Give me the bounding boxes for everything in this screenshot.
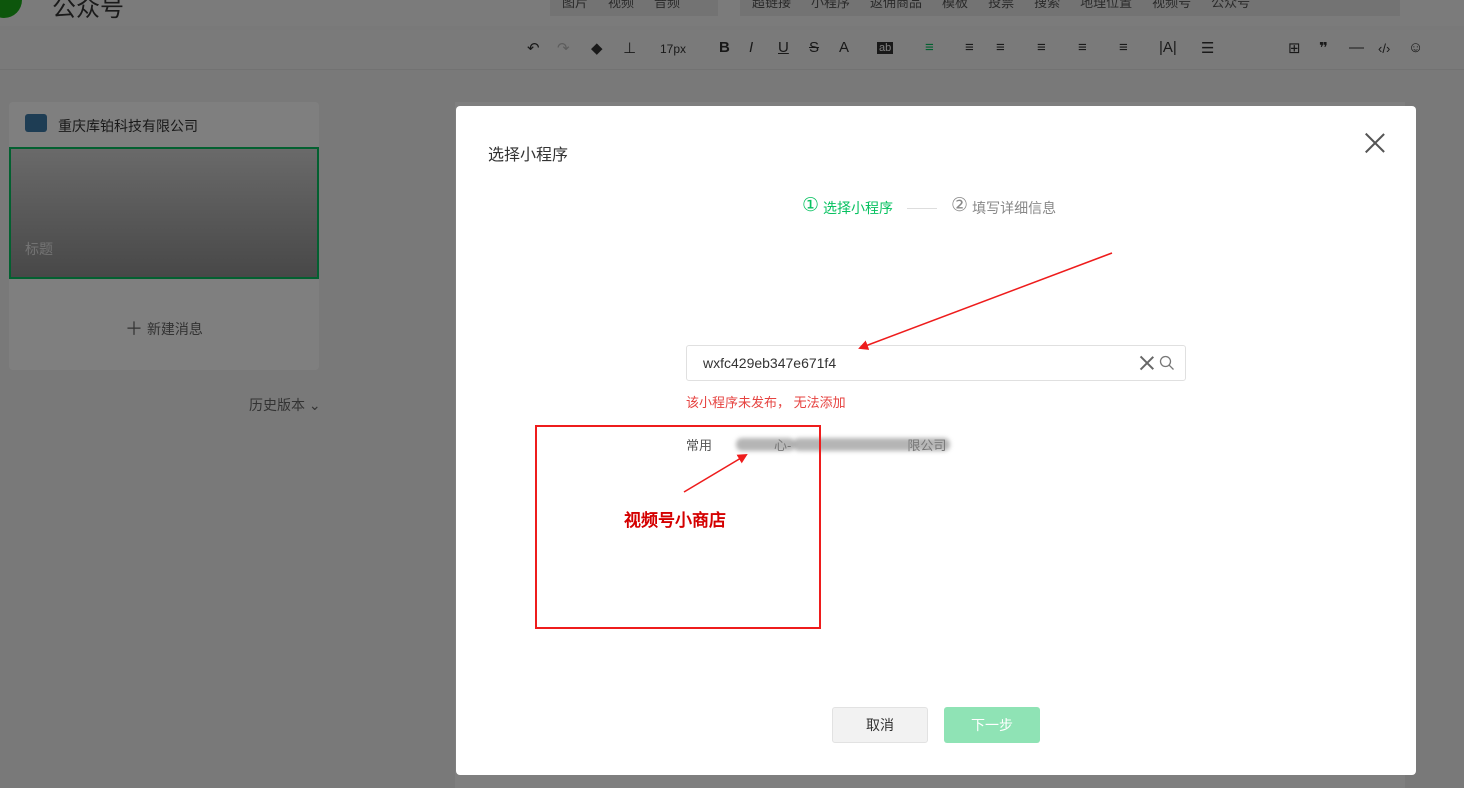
close-icon[interactable] [1364, 132, 1386, 154]
cancel-button[interactable]: 取消 [832, 707, 928, 743]
step-1-label: 选择小程序 [823, 200, 894, 216]
step-2-label: 填写详细信息 [972, 200, 1057, 216]
annotation-label: 视频号小商店 [624, 511, 726, 530]
miniprogram-search-box [686, 345, 1186, 381]
step-connector [907, 207, 938, 209]
clear-icon[interactable] [1139, 355, 1155, 371]
step-2-number: ② [951, 195, 969, 216]
search-icon[interactable] [1159, 355, 1175, 371]
dialog-title: 选择小程序 [488, 147, 569, 164]
step-2: ② 填写详细信息 [951, 195, 1057, 218]
step-1-number: ① [802, 195, 820, 216]
step-indicator: ① 选择小程序 ② 填写详细信息 [802, 195, 1057, 218]
miniprogram-search-input[interactable] [703, 346, 1123, 380]
next-step-button[interactable]: 下一步 [944, 707, 1040, 743]
step-1: ① 选择小程序 [802, 195, 894, 218]
error-message: 该小程序未发布， 无法添加 [686, 395, 846, 410]
